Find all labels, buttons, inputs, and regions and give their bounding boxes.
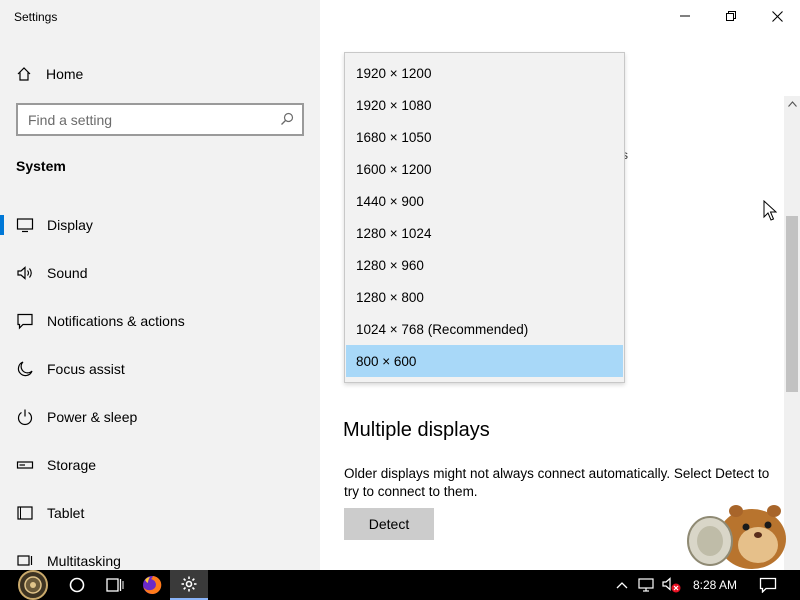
taskbar-search-button[interactable]: [62, 570, 92, 600]
clock[interactable]: 8:28 AM: [688, 570, 742, 600]
home-icon: [17, 67, 31, 81]
moon-icon: [17, 361, 33, 377]
close-icon: [771, 10, 783, 22]
firefox-icon: [143, 575, 162, 594]
resolution-option[interactable]: 1280 × 800: [345, 281, 624, 313]
nav-list: Display Sound Notifications & actions Fo…: [0, 201, 320, 585]
detect-button[interactable]: Detect: [344, 508, 434, 540]
multiple-displays-heading: Multiple displays: [343, 419, 490, 441]
sidebar-item-label: Tablet: [47, 505, 85, 521]
chevron-up-icon: [616, 582, 628, 589]
sidebar-item-tablet[interactable]: Tablet: [0, 489, 320, 537]
resolution-option[interactable]: 1680 × 1050: [345, 121, 624, 153]
message-icon: [17, 313, 33, 330]
sidebar-item-label: Power & sleep: [47, 409, 138, 425]
network-button[interactable]: [636, 570, 658, 600]
search-input[interactable]: Find a setting: [16, 103, 304, 136]
sidebar-item-display[interactable]: Display: [0, 201, 320, 249]
search-icon[interactable]: [280, 112, 294, 126]
sidebar-item-power-sleep[interactable]: Power & sleep: [0, 393, 320, 441]
resolution-option-selected[interactable]: 800 × 600: [346, 345, 623, 377]
storage-icon: [16, 461, 34, 469]
start-badge-icon: [18, 570, 48, 600]
resolution-option[interactable]: 1280 × 1024: [345, 217, 624, 249]
search-placeholder: Find a setting: [28, 111, 113, 128]
sidebar-item-notifications[interactable]: Notifications & actions: [0, 297, 320, 345]
close-button[interactable]: [754, 0, 800, 32]
tablet-icon: [17, 506, 33, 520]
volume-button[interactable]: [660, 570, 684, 600]
firefox-taskbar-button[interactable]: [136, 570, 168, 600]
restore-button[interactable]: [708, 0, 754, 32]
speaker-icon: [17, 266, 32, 280]
resolution-option[interactable]: 1920 × 1200: [345, 57, 624, 89]
cortana-circle-icon: [69, 577, 85, 593]
sidebar-item-label: Focus assist: [47, 361, 125, 377]
app-title: Settings: [14, 10, 58, 24]
chevron-up-icon: [787, 101, 797, 107]
notification-icon: [759, 577, 777, 593]
scroll-up-button[interactable]: [784, 96, 800, 112]
minimize-button[interactable]: [662, 0, 708, 32]
monitor-icon: [16, 218, 34, 233]
home-link[interactable]: Home: [16, 62, 83, 86]
show-hidden-icons-button[interactable]: [612, 570, 632, 600]
sidebar-item-sound[interactable]: Sound: [0, 249, 320, 297]
sidebar-item-storage[interactable]: Storage: [0, 441, 320, 489]
hamster-decoration-icon: [687, 505, 786, 569]
start-button[interactable]: [10, 570, 56, 600]
window-controls: [662, 0, 800, 32]
sidebar-item-label: Storage: [47, 457, 97, 473]
mouse-cursor-icon: [763, 200, 777, 221]
sidebar-item-label: Display: [47, 217, 93, 233]
restore-icon: [726, 11, 736, 21]
resolution-option[interactable]: 1920 × 1080: [345, 89, 624, 121]
minimize-icon: [680, 15, 690, 17]
resolution-dropdown[interactable]: 1920 × 1200 1920 × 1080 1680 × 1050 1600…: [344, 52, 625, 383]
resolution-option[interactable]: 1600 × 1200: [345, 153, 624, 185]
action-center-button[interactable]: [756, 570, 780, 600]
section-title: System: [16, 158, 66, 174]
sidebar-item-label: Sound: [47, 265, 88, 281]
sidebar-item-label: Notifications & actions: [47, 313, 185, 329]
sidebar: Settings Home Find a setting System Disp…: [0, 0, 320, 570]
task-view-button[interactable]: [100, 570, 130, 600]
resolution-option[interactable]: 1024 × 768 (Recommended): [345, 313, 624, 345]
resolution-option[interactable]: 1440 × 900: [345, 185, 624, 217]
volume-muted-icon: [662, 577, 681, 593]
sidebar-item-label: Multitasking: [47, 553, 121, 569]
power-icon: [17, 409, 33, 426]
scroll-thumb[interactable]: [786, 216, 798, 392]
multitasking-icon: [17, 555, 33, 566]
multiple-displays-description: Older displays might not always connect …: [344, 466, 770, 499]
home-label: Home: [46, 66, 84, 82]
sidebar-item-focus-assist[interactable]: Focus assist: [0, 345, 320, 393]
network-icon: [638, 578, 654, 592]
settings-taskbar-button[interactable]: [170, 570, 208, 600]
task-view-icon: [106, 578, 124, 592]
gear-icon: [181, 576, 197, 592]
taskbar: 8:28 AM: [0, 570, 800, 600]
resolution-option[interactable]: 1280 × 960: [345, 249, 624, 281]
